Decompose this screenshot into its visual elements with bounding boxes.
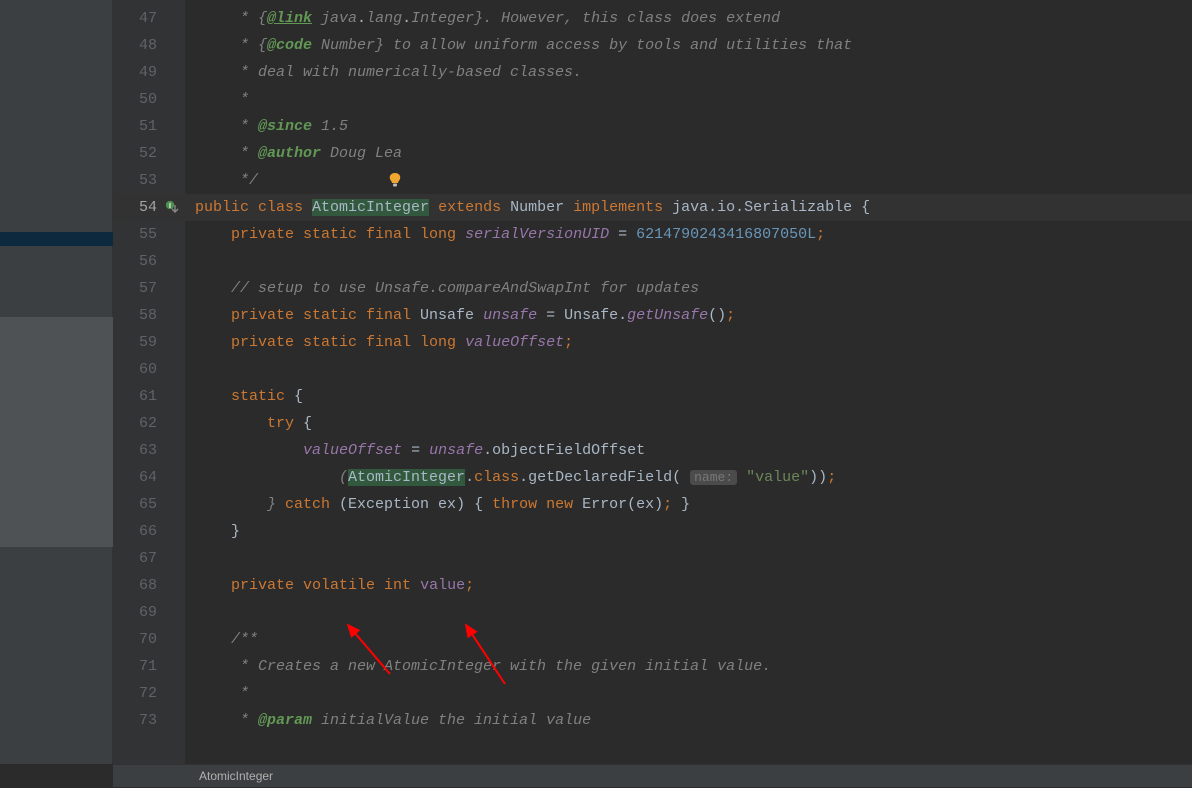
code-line-63[interactable]: valueOffset = unsafe.objectFieldOffset <box>185 437 1192 464</box>
code-line-71[interactable]: * Creates a new AtomicInteger with the g… <box>185 653 1192 680</box>
gutter-line-54[interactable]: 54 I – <box>113 194 185 221</box>
gutter[interactable]: 4647484950515253⌃54 I –55565758596061⌄62… <box>113 0 185 764</box>
code-line-53[interactable]: */ <box>185 167 1192 194</box>
code-line-47[interactable]: * {@link java.lang.Integer}. However, th… <box>185 5 1192 32</box>
project-pane-selection[interactable] <box>0 232 113 246</box>
project-pane-scroll-region[interactable] <box>0 317 113 547</box>
gutter-line-67[interactable]: 67 <box>113 545 185 572</box>
gutter-line-56[interactable]: 56 <box>113 248 185 275</box>
code-line-72[interactable]: * <box>185 680 1192 707</box>
code-line-49[interactable]: * deal with numerically-based classes. <box>185 59 1192 86</box>
breadcrumb[interactable]: AtomicInteger <box>113 764 1192 787</box>
gutter-line-59[interactable]: 59 <box>113 329 185 356</box>
code-line-64[interactable]: (AtomicInteger.class.getDeclaredField( n… <box>185 464 1192 491</box>
code-line-58[interactable]: private static final Unsafe unsafe = Uns… <box>185 302 1192 329</box>
gutter-line-58[interactable]: 58 <box>113 302 185 329</box>
code-line-61[interactable]: static { <box>185 383 1192 410</box>
gutter-line-62[interactable]: 62⌄ <box>113 410 185 437</box>
svg-text:I: I <box>169 203 171 210</box>
gutter-line-47[interactable]: 47 <box>113 5 185 32</box>
gutter-line-65[interactable]: 65⌃ <box>113 491 185 518</box>
code-line-59[interactable]: private static final long valueOffset; <box>185 329 1192 356</box>
breadcrumb-item[interactable]: AtomicInteger <box>199 769 273 783</box>
code-line-62[interactable]: try { <box>185 410 1192 437</box>
code-line-50[interactable]: * <box>185 86 1192 113</box>
code-line-55[interactable]: private static final long serialVersionU… <box>185 221 1192 248</box>
code-line-48[interactable]: * {@code Number} to allow uniform access… <box>185 32 1192 59</box>
gutter-line-63[interactable]: 63 <box>113 437 185 464</box>
project-pane <box>0 0 113 764</box>
code-line-73[interactable]: * @param initialValue the initial value <box>185 707 1192 734</box>
gutter-line-55[interactable]: 55 <box>113 221 185 248</box>
gutter-line-71[interactable]: 71 <box>113 653 185 680</box>
gutter-line-70[interactable]: 70⌄ <box>113 626 185 653</box>
gutter-line-69[interactable]: 69 <box>113 599 185 626</box>
code-line-60[interactable] <box>185 356 1192 383</box>
gutter-line-48[interactable]: 48 <box>113 32 185 59</box>
gutter-line-57[interactable]: 57 <box>113 275 185 302</box>
gutter-line-52[interactable]: 52 <box>113 140 185 167</box>
code-line-51[interactable]: * @since 1.5 <box>185 113 1192 140</box>
gutter-line-64[interactable]: 64 <box>113 464 185 491</box>
code-line-65[interactable]: } catch (Exception ex) { throw new Error… <box>185 491 1192 518</box>
gutter-line-66[interactable]: 66⌃ <box>113 518 185 545</box>
code-line-66[interactable]: } <box>185 518 1192 545</box>
code-line-70[interactable]: /** <box>185 626 1192 653</box>
project-pane-top <box>0 0 112 232</box>
gutter-line-60[interactable]: 60 <box>113 356 185 383</box>
gutter-line-72[interactable]: 72 <box>113 680 185 707</box>
gutter-line-53[interactable]: 53⌃ <box>113 167 185 194</box>
intention-bulb-icon[interactable] <box>388 172 402 193</box>
code-line-69[interactable] <box>185 599 1192 626</box>
code-line-54[interactable]: public class AtomicInteger extends Numbe… <box>185 194 1192 221</box>
code-line-56[interactable] <box>185 248 1192 275</box>
gutter-line-73[interactable]: 73 <box>113 707 185 734</box>
gutter-line-61[interactable]: 61⌄ <box>113 383 185 410</box>
code-line-68[interactable]: private volatile int value; <box>185 572 1192 599</box>
code-line-52[interactable]: * @author Doug Lea <box>185 140 1192 167</box>
gutter-line-51[interactable]: 51 <box>113 113 185 140</box>
code-line-67[interactable] <box>185 545 1192 572</box>
implements-icon[interactable]: I <box>165 200 179 214</box>
gutter-line-50[interactable]: 50 <box>113 86 185 113</box>
editor-container: 4647484950515253⌃54 I –55565758596061⌄62… <box>0 0 1192 764</box>
code-area[interactable]: * incremented counters, and cannot be us… <box>185 0 1192 764</box>
code-line-57[interactable]: // setup to use Unsafe.compareAndSwapInt… <box>185 275 1192 302</box>
gutter-line-49[interactable]: 49 <box>113 59 185 86</box>
gutter-line-68[interactable]: 68 <box>113 572 185 599</box>
